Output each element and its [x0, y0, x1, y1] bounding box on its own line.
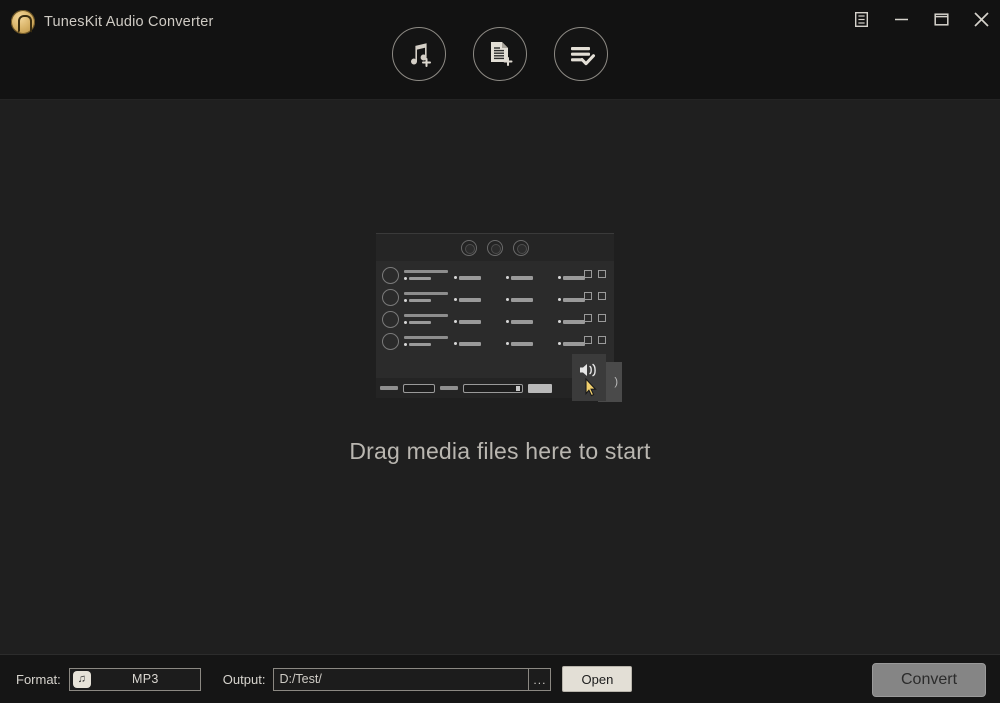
- format-label: Format:: [16, 671, 61, 687]
- list-check-icon: [571, 47, 595, 66]
- illustration-row: [382, 310, 608, 328]
- illustration-checkbox: [598, 336, 606, 344]
- illustration-checkbox: [584, 292, 592, 300]
- document-plus-icon: [491, 42, 513, 66]
- music-note-plus-icon: [411, 43, 431, 67]
- minimize-icon[interactable]: [890, 8, 912, 30]
- illustration-circle-icon: [461, 239, 477, 256]
- illustration-avatar-icon: [382, 266, 399, 284]
- illustration-checkbox: [598, 292, 606, 300]
- menu-icon[interactable]: [850, 8, 872, 30]
- mouse-cursor-icon: [585, 377, 598, 402]
- app-window-illustration: ): [376, 233, 622, 402]
- bottom-bar: Format: ♫ MP3 Output: D:/Test/ ... Open …: [0, 654, 1000, 703]
- illustration-row: [382, 332, 608, 350]
- illustration-row: [382, 266, 608, 284]
- window-controls: [850, 8, 992, 30]
- illustration-checkbox: [598, 270, 606, 278]
- output-path-field[interactable]: D:/Test/ ...: [273, 667, 552, 691]
- speaker-volume-icon: [580, 363, 596, 377]
- illustration-rows: [382, 266, 608, 354]
- toolbar: [0, 27, 1000, 81]
- drop-area[interactable]: ) Drag media files here to start: [0, 100, 1000, 654]
- illustration-checkbox: [584, 314, 592, 322]
- illustration-checkbox: [584, 270, 592, 278]
- add-music-button[interactable]: [392, 27, 446, 81]
- illustration-checkbox: [598, 314, 606, 322]
- illustration-checkbox: [584, 336, 592, 344]
- title-bar: TunesKit Audio Converter: [0, 0, 1000, 100]
- illustration-circle-icon: [513, 239, 529, 256]
- open-button[interactable]: Open: [562, 666, 633, 692]
- app-window: TunesKit Audio Converter) Drag media fi…: [0, 0, 1000, 703]
- add-file-button[interactable]: [473, 27, 527, 81]
- converted-list-button[interactable]: [554, 27, 608, 81]
- illustration-avatar-icon: [382, 310, 399, 328]
- illustration-row: [382, 288, 608, 306]
- convert-button[interactable]: Convert: [872, 663, 986, 697]
- close-icon[interactable]: [970, 8, 992, 30]
- illustration-toolbar: [376, 234, 614, 261]
- format-value: MP3: [131, 672, 159, 686]
- maximize-icon[interactable]: [930, 8, 952, 30]
- illustration-circle-icon: [487, 239, 503, 256]
- format-selector[interactable]: ♫ MP3: [68, 667, 201, 691]
- drop-hint-text: Drag media files here to start: [349, 438, 651, 464]
- output-path-value[interactable]: D:/Test/: [274, 672, 528, 686]
- illustration-avatar-icon: [382, 288, 399, 306]
- output-label: Output:: [222, 671, 266, 687]
- illustration-avatar-icon: [382, 332, 399, 350]
- browse-button[interactable]: ...: [528, 668, 550, 690]
- music-note-icon: ♫: [72, 670, 91, 688]
